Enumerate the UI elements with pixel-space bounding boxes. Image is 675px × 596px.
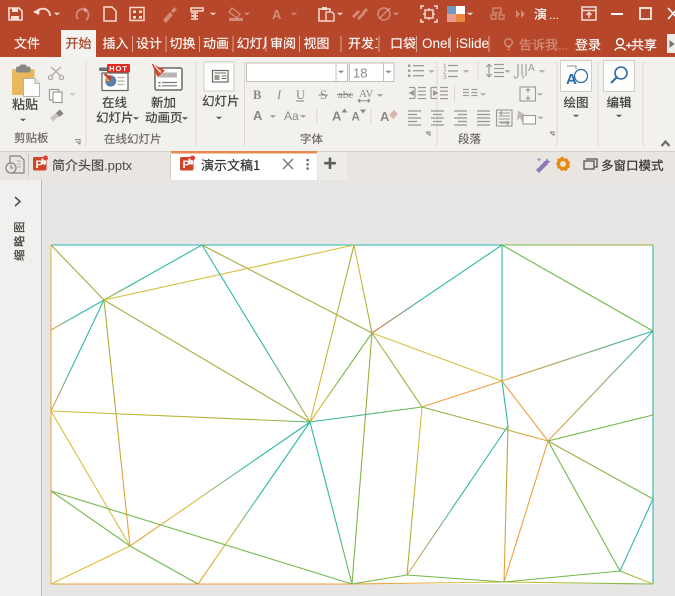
- svg-text:A: A: [528, 63, 535, 74]
- svg-text:iSlide: iSlide: [456, 36, 489, 51]
- svg-text:A: A: [272, 7, 282, 22]
- svg-text:...: ...: [558, 39, 568, 53]
- svg-text:Aa: Aa: [284, 109, 299, 123]
- svg-text:18: 18: [353, 66, 367, 81]
- svg-text:A: A: [352, 112, 360, 124]
- svg-text:I: I: [276, 88, 282, 102]
- svg-text:A: A: [380, 109, 390, 124]
- svg-text:AV: AV: [359, 88, 374, 100]
- svg-text:...: ...: [549, 8, 559, 22]
- svg-text:B: B: [253, 88, 261, 102]
- svg-text:U: U: [296, 88, 305, 102]
- svg-text:3: 3: [443, 74, 447, 81]
- svg-text:Onel: Onel: [422, 36, 451, 51]
- svg-text:.pptx: .pptx: [104, 158, 133, 173]
- svg-text:A: A: [253, 108, 263, 123]
- svg-text:A: A: [332, 109, 342, 124]
- svg-text:HOT: HOT: [109, 64, 128, 73]
